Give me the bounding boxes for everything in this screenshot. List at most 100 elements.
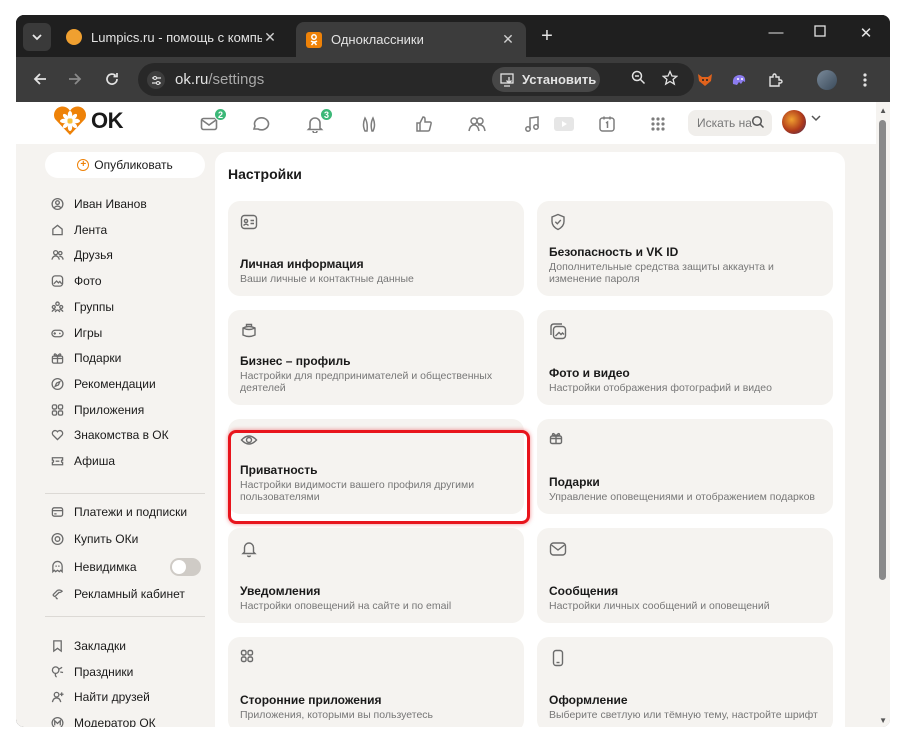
site-search-input[interactable]: Искать на: [688, 110, 772, 136]
card-description: Настройки личных сообщений и оповещений: [549, 600, 770, 612]
sidebar-item-photo[interactable]: Фото: [51, 272, 102, 290]
settings-card-shield[interactable]: Безопасность и VK ID Дополнительные средс…: [537, 201, 833, 296]
settings-card-gift[interactable]: Подарки Управление оповещениями и отображ…: [537, 419, 833, 514]
reload-button[interactable]: [101, 68, 123, 90]
calendar-icon[interactable]: [596, 113, 618, 135]
close-window-icon[interactable]: ✕: [854, 24, 878, 42]
forward-button[interactable]: [64, 68, 86, 90]
sidebar-item-ticket[interactable]: Афиша: [51, 452, 115, 470]
site-settings-icon[interactable]: [147, 71, 165, 89]
bookmark-star-icon[interactable]: [660, 69, 680, 91]
gift-icon: [549, 431, 567, 449]
sidebar-item-payment[interactable]: Платежи и подписки: [51, 503, 187, 521]
sidebar-item-label: Рекламный кабинет: [74, 586, 185, 601]
tab-title: Одноклассники: [331, 32, 424, 47]
zoom-icon[interactable]: [628, 70, 648, 90]
card-title: Бизнес – профиль: [240, 354, 351, 368]
sidebar-item-heart[interactable]: Знакомства в ОК: [51, 426, 169, 444]
settings-card-apps[interactable]: Сторонние приложения Приложения, которыми…: [228, 637, 524, 727]
sidebar-item-label: Афиша: [74, 454, 116, 468]
settings-card-bell[interactable]: Уведомления Настройки оповещений на сайте…: [228, 528, 524, 623]
photos-icon: [549, 322, 567, 340]
tab-close-icon[interactable]: ✕: [500, 31, 516, 48]
sidebar-item-friends[interactable]: Друзья: [51, 246, 113, 264]
install-app-button[interactable]: Установить: [492, 67, 600, 92]
browser-menu-icon[interactable]: [854, 69, 876, 91]
music-icon[interactable]: [521, 113, 543, 135]
sidebar-item-compass[interactable]: Рекомендации: [51, 375, 156, 393]
profile-avatar-icon[interactable]: [816, 69, 838, 91]
scroll-thumb[interactable]: [879, 120, 886, 580]
more-services-grid-icon[interactable]: [647, 113, 669, 135]
search-icon: [751, 115, 765, 129]
user-avatar[interactable]: [782, 110, 806, 134]
friends-nav-icon[interactable]: [466, 113, 488, 135]
notifications-icon[interactable]: 3: [304, 108, 333, 135]
sidebar-item-label: Фото: [74, 274, 102, 289]
sidebar-item-moderator[interactable]: Модератор ОК: [51, 714, 156, 727]
scroll-down-icon[interactable]: ▼: [879, 716, 887, 725]
sidebar-item-label: Закладки: [74, 639, 126, 653]
maximize-icon[interactable]: [808, 24, 832, 41]
sidebar-item-celebration[interactable]: Праздники: [51, 663, 133, 681]
sidebar-divider: [45, 616, 205, 617]
card-title: Сторонние приложения: [240, 693, 382, 707]
sidebar-item-apps[interactable]: Приложения: [51, 401, 144, 419]
extension-ghost-icon[interactable]: [728, 69, 750, 91]
compass-icon: [51, 377, 64, 390]
bookmark-icon: [51, 640, 64, 653]
tab-close-icon[interactable]: ✕: [262, 29, 278, 46]
messages-icon[interactable]: 2: [198, 108, 227, 135]
likes-icon[interactable]: [413, 113, 435, 135]
sidebar-item-add-user[interactable]: Найти друзей: [51, 688, 150, 706]
chevron-down-icon[interactable]: [811, 114, 821, 125]
sidebar-item-feed[interactable]: Лента: [51, 221, 107, 239]
tab-search-button[interactable]: [23, 23, 51, 51]
sidebar-item-label: Модератор ОК: [74, 716, 156, 727]
sidebar-item-coin[interactable]: Купить ОКи: [51, 530, 138, 548]
card-description: Выберите светлую или тёмную тему, настро…: [549, 709, 818, 721]
minimize-icon[interactable]: —: [764, 24, 788, 41]
apps-icon: [51, 403, 64, 416]
ok-logo[interactable]: OK: [52, 105, 124, 137]
settings-card-mail[interactable]: Сообщения Настройки личных сообщений и оп…: [537, 528, 833, 623]
back-button[interactable]: [29, 68, 51, 90]
payment-icon: [51, 506, 64, 519]
extensions-puzzle-icon[interactable]: [764, 69, 786, 91]
add-user-icon: [51, 691, 64, 704]
sidebar-item-megaphone[interactable]: Рекламный кабинет: [51, 585, 185, 603]
sidebar-item-label: Праздники: [74, 664, 134, 679]
groups-icon: [51, 300, 64, 313]
publish-button[interactable]: + Опубликовать: [45, 152, 205, 178]
address-bar[interactable]: ok.ru/settings Установить: [138, 63, 694, 96]
discussions-icon[interactable]: [250, 113, 272, 135]
extension-fox-icon[interactable]: [694, 69, 716, 91]
sidebar-item-user[interactable]: Иван Иванов: [51, 195, 147, 213]
sidebar-item-bookmark[interactable]: Закладки: [51, 637, 126, 655]
sidebar-item-gift[interactable]: Подарки: [51, 349, 121, 367]
sidebar-item-groups[interactable]: Группы: [51, 298, 114, 316]
video-icon[interactable]: [553, 113, 575, 135]
photo-icon: [51, 275, 64, 288]
scroll-up-icon[interactable]: ▲: [879, 106, 887, 115]
tab-lumpics[interactable]: Lumpics.ru - помощь с компь ✕: [56, 22, 288, 52]
apps-icon: [240, 649, 258, 667]
tab-odnoklassniki[interactable]: Одноклассники ✕: [296, 22, 526, 57]
settings-card-business[interactable]: Бизнес – профиль Настройки для предприним…: [228, 310, 524, 405]
sidebar-item-games[interactable]: Игры: [51, 324, 102, 342]
sidebar-divider: [45, 493, 205, 494]
tab-bar: Lumpics.ru - помощь с компь ✕ Одноклассн…: [16, 15, 890, 57]
invisible-toggle[interactable]: [170, 557, 201, 576]
settings-card-id-card[interactable]: Личная информация Ваши личные и контактны…: [228, 201, 524, 296]
browser-toolbar: ok.ru/settings Установить: [16, 57, 890, 102]
sidebar-item-label: Рекомендации: [74, 376, 156, 391]
sidebar-item-invisible[interactable]: Невидимка: [51, 558, 137, 576]
settings-card-phone[interactable]: Оформление Выберите светлую или тёмную те…: [537, 637, 833, 727]
new-tab-button[interactable]: +: [536, 25, 558, 47]
page-scrollbar[interactable]: ▲ ▼: [876, 102, 890, 727]
card-title: Безопасность и VK ID: [549, 245, 679, 259]
id-card-icon: [240, 213, 258, 231]
guests-icon[interactable]: [358, 113, 380, 135]
ok-favicon-icon: [306, 31, 322, 48]
settings-card-photos[interactable]: Фото и видео Настройки отображения фотогр…: [537, 310, 833, 405]
